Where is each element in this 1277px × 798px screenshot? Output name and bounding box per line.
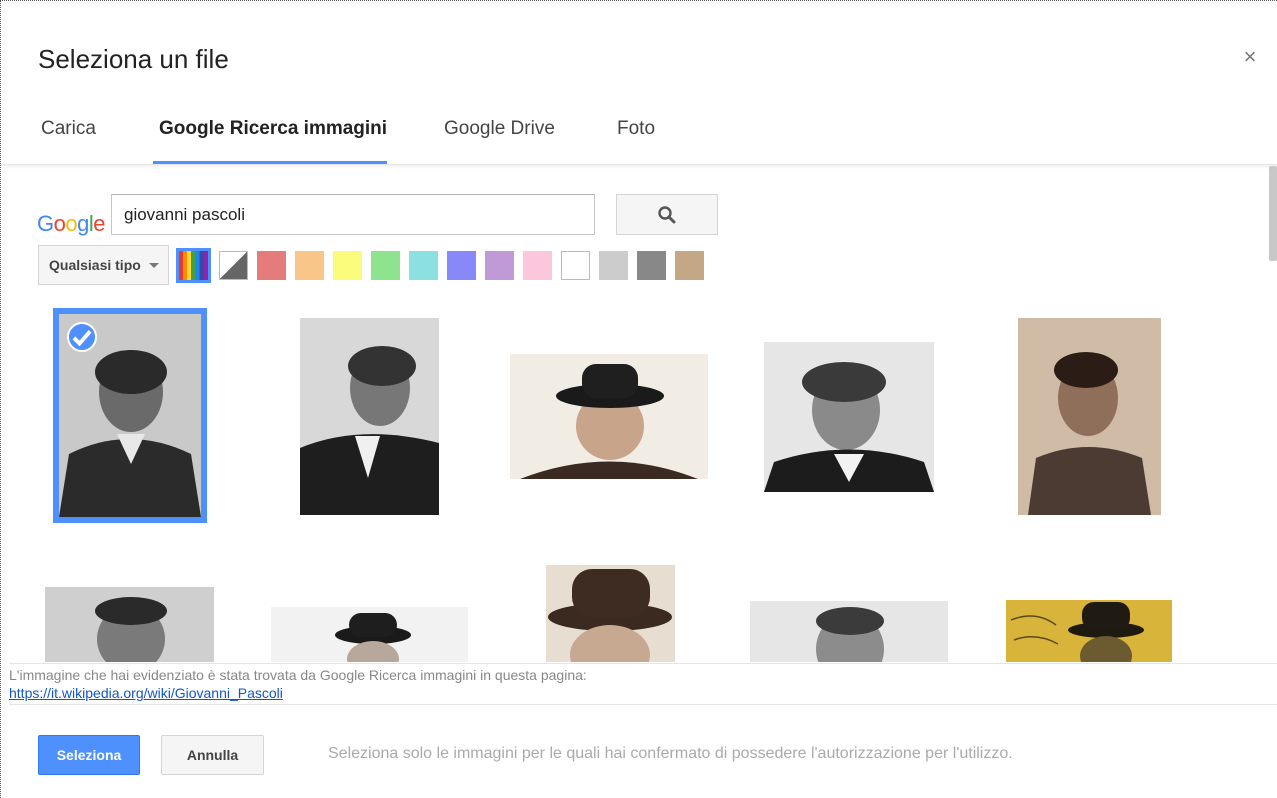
- portrait-image: [750, 601, 948, 662]
- logo-letter: o: [53, 211, 66, 236]
- image-results-grid: [1, 296, 1269, 662]
- chevron-down-icon: [148, 262, 159, 268]
- portrait-image: [1018, 318, 1161, 515]
- image-result[interactable]: [510, 354, 708, 479]
- tab-carica[interactable]: Carica: [41, 118, 96, 140]
- check-icon: [67, 322, 97, 352]
- search-icon: [658, 205, 676, 223]
- tab-google-drive[interactable]: Google Drive: [444, 118, 555, 140]
- image-source-bar: L'immagine che hai evidenziato è stata t…: [9, 663, 1277, 705]
- image-result[interactable]: [45, 587, 214, 662]
- image-result[interactable]: [271, 607, 468, 662]
- search-button[interactable]: [616, 194, 718, 235]
- portrait-image: [764, 342, 934, 492]
- swatch-blue[interactable]: [447, 251, 476, 280]
- swatch-pink[interactable]: [523, 251, 552, 280]
- image-result[interactable]: [764, 342, 934, 492]
- swatch-black[interactable]: [637, 251, 666, 280]
- image-source-link[interactable]: https://it.wikipedia.org/wiki/Giovanni_P…: [9, 685, 283, 701]
- portrait-image: [510, 354, 708, 479]
- swatch-any-color[interactable]: [176, 248, 211, 283]
- image-result[interactable]: [750, 601, 948, 662]
- swatch-teal[interactable]: [409, 251, 438, 280]
- portrait-image: [45, 587, 214, 662]
- type-filter-dropdown[interactable]: Qualsiasi tipo: [38, 245, 169, 285]
- logo-letter: e: [93, 211, 106, 236]
- image-result-selected[interactable]: [53, 308, 207, 523]
- active-tab-indicator: [153, 161, 387, 164]
- portrait-image: [1006, 600, 1172, 662]
- swatch-white[interactable]: [561, 251, 590, 280]
- google-logo: Google: [37, 211, 106, 237]
- search-input[interactable]: [111, 194, 595, 235]
- logo-letter: o: [65, 211, 78, 236]
- close-icon[interactable]: ×: [1238, 45, 1262, 69]
- swatch-yellow[interactable]: [333, 251, 362, 280]
- tab-foto[interactable]: Foto: [617, 118, 655, 140]
- portrait-image: [271, 607, 468, 662]
- type-filter-label: Qualsiasi tipo: [49, 257, 141, 273]
- tab-bar: Carica Google Ricerca immagini Google Dr…: [1, 101, 1277, 165]
- logo-letter: G: [37, 211, 54, 236]
- image-result[interactable]: [1018, 318, 1161, 515]
- logo-letter: g: [77, 211, 89, 236]
- image-result[interactable]: [1006, 600, 1172, 662]
- image-source-text: L'immagine che hai evidenziato è stata t…: [9, 667, 587, 683]
- tab-google-ricerca-immagini[interactable]: Google Ricerca immagini: [159, 118, 387, 140]
- cancel-button[interactable]: Annulla: [161, 735, 264, 775]
- portrait-image: [300, 318, 439, 515]
- scrollbar-thumb[interactable]: [1269, 166, 1277, 261]
- swatch-brown[interactable]: [675, 251, 704, 280]
- portrait-image: [546, 565, 675, 662]
- swatch-red[interactable]: [257, 251, 286, 280]
- select-button[interactable]: Seleziona: [38, 735, 140, 775]
- image-result[interactable]: [300, 318, 439, 515]
- swatch-green[interactable]: [371, 251, 400, 280]
- dialog-title: Seleziona un file: [38, 44, 229, 74]
- swatch-black-white[interactable]: [219, 251, 248, 280]
- permission-note: Seleziona solo le immagini per le quali …: [328, 745, 1013, 762]
- image-result[interactable]: [546, 565, 675, 662]
- file-picker-dialog: Seleziona un file × Carica Google Ricerc…: [0, 0, 1277, 798]
- swatch-purple[interactable]: [485, 251, 514, 280]
- swatch-orange[interactable]: [295, 251, 324, 280]
- swatch-gray[interactable]: [599, 251, 628, 280]
